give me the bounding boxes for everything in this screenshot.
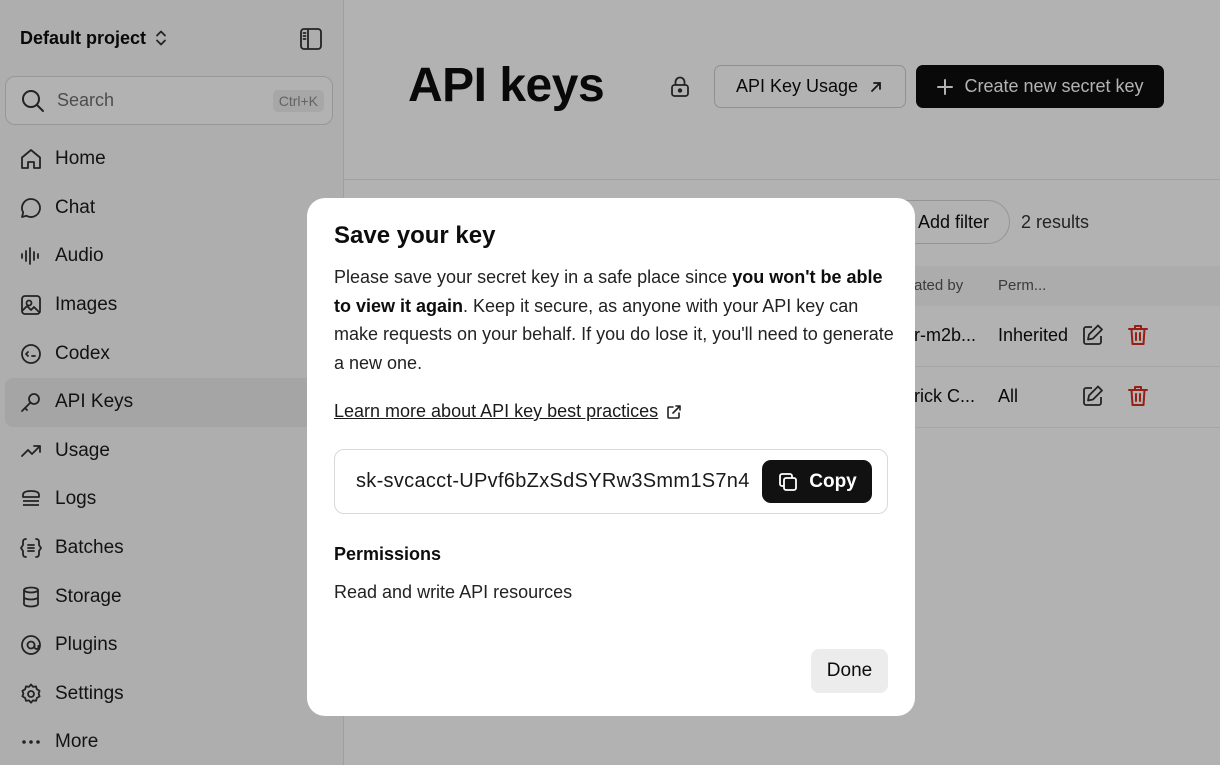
modal-title: Save your key [334,222,496,249]
permissions-value: Read and write API resources [334,582,573,602]
external-link-icon [667,404,681,419]
secret-key-value[interactable]: sk-svcacct-UPvf6bZxSdSYRw3Smm1S7n4 [356,470,753,493]
copy-icon [779,472,798,491]
permissions-heading: Permissions [334,544,442,564]
save-key-modal: Save your key Please save your secret ke… [307,198,915,716]
done-label: Done [826,660,873,681]
secret-key-field: sk-svcacct-UPvf6bZxSdSYRw3Smm1S7n4 Copy [334,449,888,514]
modal-description: Please save your secret key in a safe pl… [334,263,894,377]
done-button[interactable]: Done [811,649,888,693]
copy-button[interactable]: Copy [762,460,872,503]
modal-desc-text: Please save your secret key in a safe pl… [334,267,733,287]
best-practices-link[interactable]: Learn more about API key best practices [334,401,682,422]
copy-label: Copy [809,470,857,492]
best-practices-label: Learn more about API key best practices [334,401,659,421]
